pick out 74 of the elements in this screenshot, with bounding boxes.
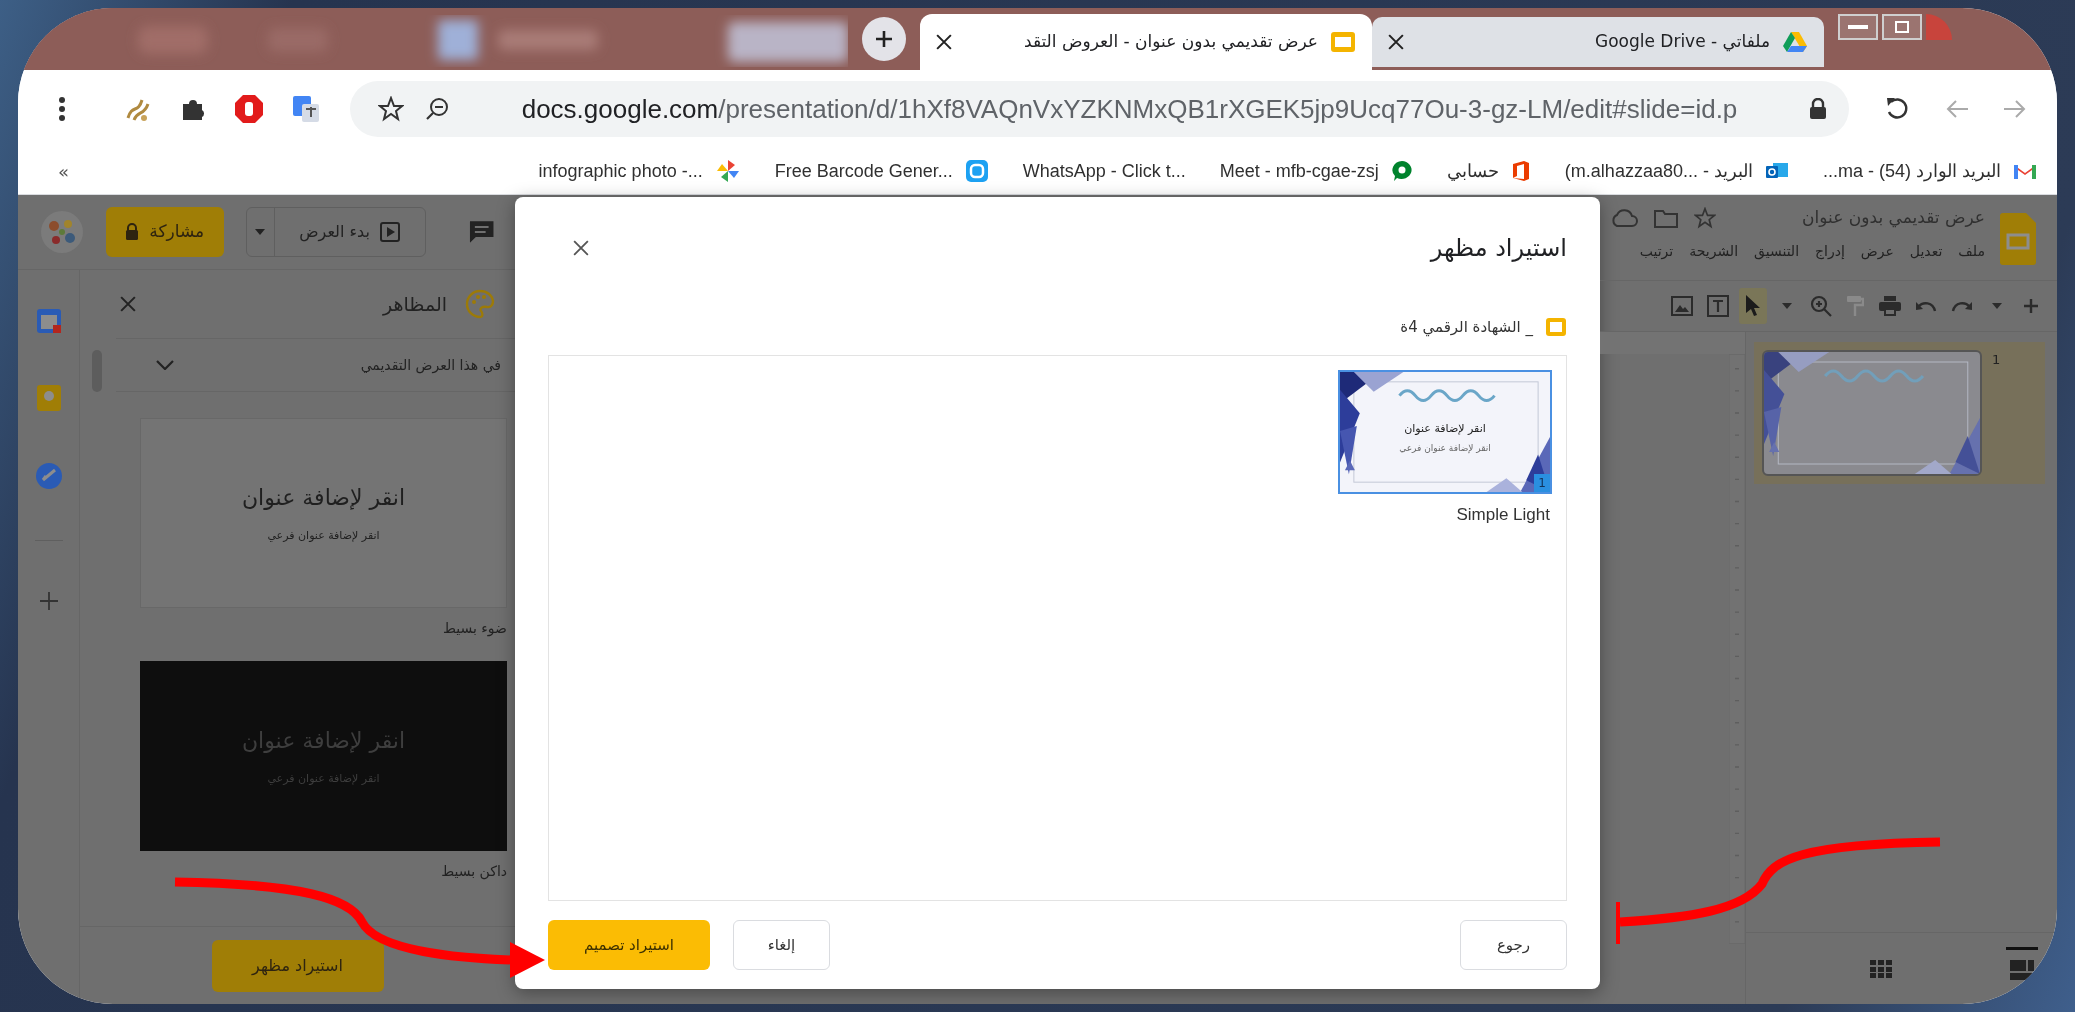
- text-box-icon: [1706, 294, 1730, 318]
- minimize-button[interactable]: [1838, 14, 1878, 40]
- bookmark[interactable]: البريد - ...m.alhazzaa80): [1564, 157, 1789, 185]
- address-bar[interactable]: docs.google.com/presentation/d/1hXf8VAQnVxYZKNMxQB1rXGEK5jp9Ucq77Ou-3-gz-LM/edit#slide=id.p: [350, 81, 1849, 137]
- back-button[interactable]: رجوع: [1460, 920, 1567, 970]
- cursor-icon: [1744, 294, 1762, 318]
- bookmark[interactable]: حسابي: [1446, 157, 1531, 185]
- plus-icon: [2022, 297, 2040, 315]
- stop-icon[interactable]: [234, 94, 264, 124]
- office-icon: [1510, 160, 1531, 182]
- star-icon[interactable]: [1694, 206, 1716, 229]
- play-icon: [379, 222, 400, 242]
- caret-icon: [255, 229, 266, 235]
- calendar-icon[interactable]: [35, 308, 62, 334]
- theme-name: ضوء بسيط: [442, 619, 507, 639]
- maximize-button[interactable]: [1882, 14, 1922, 40]
- browser-tab[interactable]: ملفاتي - Google Drive: [1372, 17, 1824, 67]
- slides-icon: [1545, 317, 1567, 337]
- plus-icon[interactable]: [38, 591, 59, 611]
- print-icon: [1878, 295, 1902, 317]
- panel-title: المظاهر: [383, 291, 447, 318]
- slides-logo-icon[interactable]: [1999, 213, 2037, 265]
- slide-number-badge: 1: [1534, 474, 1550, 492]
- translate-icon[interactable]: [292, 95, 320, 123]
- caret-icon: [1991, 302, 2003, 310]
- comment-icon[interactable]: [467, 219, 495, 245]
- plus-icon: [874, 29, 894, 49]
- bookmarks-overflow-button[interactable]: «: [58, 157, 69, 185]
- pinwheel-icon: [714, 159, 741, 183]
- folder-icon[interactable]: [1654, 207, 1678, 228]
- forward-icon[interactable]: [2003, 98, 2027, 120]
- star-icon[interactable]: [378, 96, 404, 122]
- bookmark[interactable]: WhatsApp - Click t...: [1022, 157, 1186, 185]
- envelope-icon: [1764, 161, 1789, 181]
- dialog-title: استيراد مظهر: [1430, 233, 1567, 264]
- note-icon[interactable]: [35, 384, 62, 412]
- drive-icon: [1782, 31, 1808, 53]
- import-design-button[interactable]: استيراد تصميم: [548, 920, 710, 970]
- cloud-icon[interactable]: [1610, 207, 1638, 228]
- toolbar-button[interactable]: [1739, 288, 1767, 324]
- slides-icon: [1330, 31, 1356, 53]
- zoom-out-icon[interactable]: [426, 97, 450, 121]
- bookmark[interactable]: البريد الوارد (54) - ma...: [1822, 157, 2037, 185]
- lock-icon: [125, 223, 140, 241]
- bookmark[interactable]: infographic photo -...: [538, 157, 741, 185]
- more-icon[interactable]: [58, 96, 66, 122]
- close-icon[interactable]: [1388, 34, 1404, 50]
- new-tab-button[interactable]: [862, 17, 906, 61]
- back-icon[interactable]: [1945, 98, 1969, 120]
- import-theme-button[interactable]: استيراد مظهر: [211, 939, 384, 992]
- caret-icon: [1781, 302, 1793, 310]
- zoom-icon: [1810, 295, 1832, 317]
- close-icon[interactable]: [936, 34, 952, 50]
- lock-icon: [1809, 98, 1827, 120]
- bookmark[interactable]: Free Barcode Gener...: [774, 157, 989, 185]
- file-name: _ الشهادة الرقمي 4ة: [1400, 316, 1533, 339]
- image-icon: [1670, 294, 1694, 318]
- browser-tab[interactable]: عرض تقديمي بدون عنوان - العروض التقد: [920, 14, 1372, 70]
- theme-card[interactable]: انقر لإضافة عنوان انقر لإضافة عنوان فرعي: [140, 418, 507, 608]
- cancel-button[interactable]: إلغاء: [733, 920, 830, 970]
- share-button[interactable]: مشاركة: [106, 207, 224, 257]
- app-icon: [964, 159, 989, 183]
- theme-name: Simple Light: [1456, 504, 1551, 526]
- close-icon: [573, 240, 589, 256]
- filmstrip-view-icon: [2010, 960, 2034, 980]
- palette-icon: [465, 289, 495, 319]
- paint-roller-icon: [1846, 295, 1864, 317]
- tasks-icon[interactable]: [34, 462, 63, 490]
- chevron-down-icon: [156, 360, 174, 370]
- chat-bubble-icon: [1390, 160, 1413, 182]
- mail-icon: [2013, 162, 2037, 180]
- grid-view-icon: [1870, 959, 1892, 978]
- bookmark[interactable]: Meet - mfb-cgae-zsj: [1219, 157, 1413, 185]
- theme-name: داكن بسيط: [441, 862, 507, 882]
